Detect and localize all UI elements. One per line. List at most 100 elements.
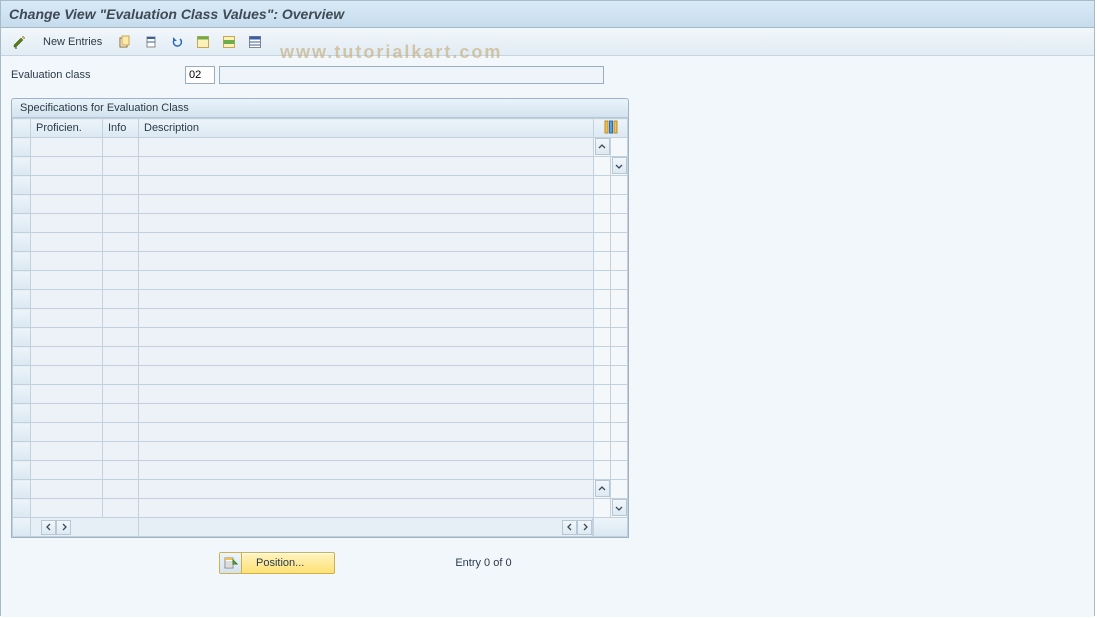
scroll-down-button-2[interactable] [612,499,627,516]
cell-description[interactable] [139,442,594,461]
cell-description[interactable] [139,461,594,480]
row-selector[interactable] [13,138,31,157]
scroll-down-button[interactable] [612,157,627,174]
evaluation-class-code-input[interactable] [185,66,215,84]
cell-proficiency[interactable] [31,195,103,214]
cell-proficiency[interactable] [31,499,103,518]
cell-description[interactable] [139,480,594,499]
evaluation-class-desc-input[interactable] [219,66,604,84]
position-button[interactable]: Position... [219,552,335,574]
row-selector[interactable] [13,385,31,404]
cell-proficiency[interactable] [31,423,103,442]
row-selector[interactable] [13,290,31,309]
cell-info[interactable] [103,328,139,347]
cell-info[interactable] [103,309,139,328]
column-header-info[interactable]: Info [103,119,139,138]
scroll-up-button-2[interactable] [595,480,610,497]
cell-info[interactable] [103,271,139,290]
scroll-up-button[interactable] [595,138,610,155]
cell-info[interactable] [103,138,139,157]
cell-proficiency[interactable] [31,176,103,195]
cell-proficiency[interactable] [31,233,103,252]
new-entries-button[interactable]: New Entries [35,34,110,50]
cell-info[interactable] [103,176,139,195]
row-selector[interactable] [13,233,31,252]
row-selector[interactable] [13,442,31,461]
cell-proficiency[interactable] [31,252,103,271]
hs-left-button-2[interactable] [562,520,577,535]
cell-info[interactable] [103,423,139,442]
cell-info[interactable] [103,461,139,480]
hs-right-button-2[interactable] [577,520,592,535]
select-block-icon[interactable] [218,32,240,52]
cell-info[interactable] [103,252,139,271]
deselect-all-icon[interactable] [244,32,266,52]
cell-proficiency[interactable] [31,290,103,309]
configure-columns-icon[interactable] [603,119,619,135]
cell-proficiency[interactable] [31,347,103,366]
cell-info[interactable] [103,233,139,252]
cell-info[interactable] [103,366,139,385]
cell-info[interactable] [103,290,139,309]
cell-proficiency[interactable] [31,442,103,461]
cell-info[interactable] [103,442,139,461]
undo-icon[interactable] [166,32,188,52]
cell-proficiency[interactable] [31,138,103,157]
cell-description[interactable] [139,499,594,518]
column-header-selector[interactable] [13,119,31,138]
cell-proficiency[interactable] [31,480,103,499]
cell-info[interactable] [103,347,139,366]
cell-description[interactable] [139,157,594,176]
row-selector[interactable] [13,480,31,499]
cell-info[interactable] [103,404,139,423]
row-selector[interactable] [13,271,31,290]
cell-proficiency[interactable] [31,461,103,480]
cell-info[interactable] [103,214,139,233]
cell-proficiency[interactable] [31,385,103,404]
cell-description[interactable] [139,233,594,252]
cell-info[interactable] [103,195,139,214]
cell-info[interactable] [103,480,139,499]
row-selector[interactable] [13,423,31,442]
select-all-icon[interactable] [192,32,214,52]
row-selector[interactable] [13,157,31,176]
cell-proficiency[interactable] [31,309,103,328]
cell-info[interactable] [103,385,139,404]
cell-description[interactable] [139,309,594,328]
column-header-description[interactable]: Description [139,119,594,138]
cell-proficiency[interactable] [31,271,103,290]
row-selector[interactable] [13,499,31,518]
cell-description[interactable] [139,176,594,195]
row-selector[interactable] [13,252,31,271]
cell-description[interactable] [139,214,594,233]
delete-icon[interactable] [140,32,162,52]
row-selector[interactable] [13,461,31,480]
cell-info[interactable] [103,499,139,518]
cell-description[interactable] [139,271,594,290]
toggle-display-change-icon[interactable] [9,32,31,52]
row-selector[interactable] [13,328,31,347]
cell-description[interactable] [139,385,594,404]
hs-left-button-1[interactable] [41,520,56,535]
cell-description[interactable] [139,195,594,214]
cell-description[interactable] [139,252,594,271]
cell-proficiency[interactable] [31,328,103,347]
row-selector[interactable] [13,309,31,328]
cell-description[interactable] [139,347,594,366]
cell-description[interactable] [139,290,594,309]
row-selector[interactable] [13,214,31,233]
cell-description[interactable] [139,138,594,157]
cell-description[interactable] [139,404,594,423]
row-selector[interactable] [13,366,31,385]
hs-right-button-1[interactable] [56,520,71,535]
copy-as-icon[interactable] [114,32,136,52]
cell-proficiency[interactable] [31,157,103,176]
column-header-proficiency[interactable]: Proficien. [31,119,103,138]
cell-proficiency[interactable] [31,214,103,233]
cell-proficiency[interactable] [31,404,103,423]
row-selector[interactable] [13,176,31,195]
cell-proficiency[interactable] [31,366,103,385]
cell-info[interactable] [103,157,139,176]
cell-description[interactable] [139,328,594,347]
row-selector[interactable] [13,347,31,366]
